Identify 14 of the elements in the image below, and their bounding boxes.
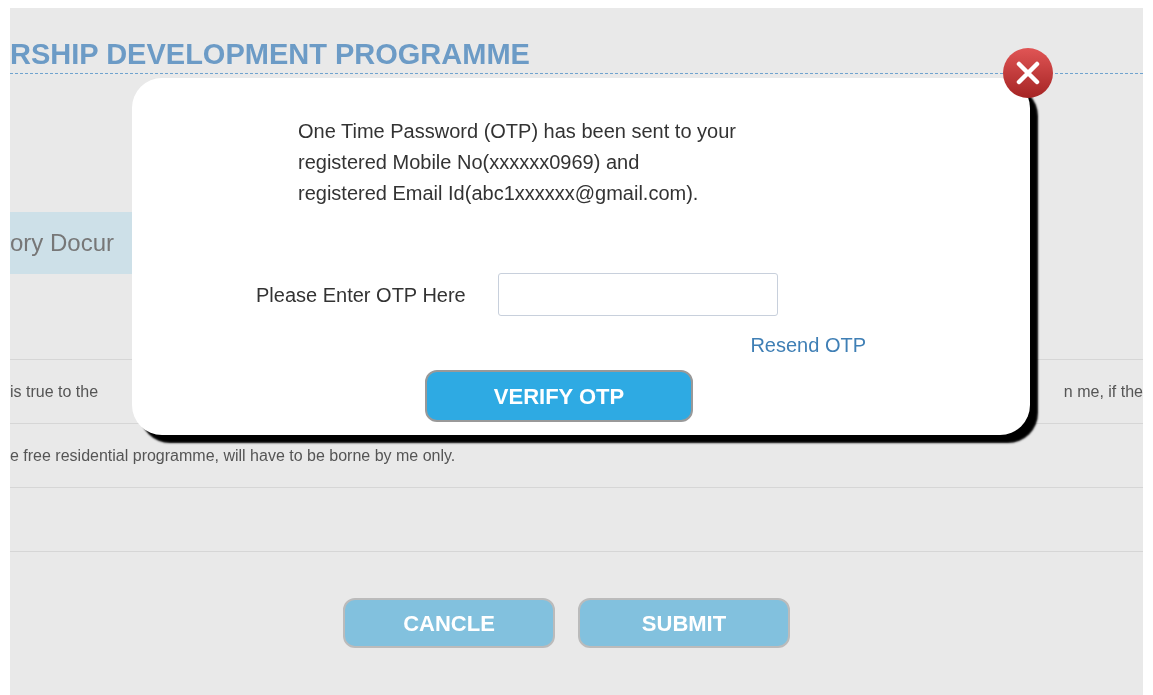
submit-button[interactable]: SUBMIT [578, 598, 790, 648]
otp-message: registered Mobile No(xxxxxx0969) and [298, 150, 641, 175]
cancel-button[interactable]: CANCLE [343, 598, 555, 648]
declaration-text: e free residential programme, will have to be borne by me only. [10, 445, 456, 466]
otp-message: registered Email Id(abc1xxxxxx@gmail.com). [298, 181, 700, 206]
otp-message: One Time Password (OTP) has been sent to your [298, 119, 737, 144]
declaration-text: is true to the [10, 381, 99, 402]
verify-otp-button[interactable]: VERIFY OTP [425, 370, 693, 422]
declaration-text: n me, if the [1063, 381, 1143, 402]
close-icon[interactable] [1002, 47, 1054, 99]
otp-label: Please Enter OTP Here [256, 282, 466, 308]
otp-input-field[interactable] [497, 273, 778, 316]
page-heading: RSHIP DEVELOPMENT PROGRAMME [10, 40, 530, 69]
resend-otp-link[interactable]: Resend OTP [750, 330, 866, 360]
